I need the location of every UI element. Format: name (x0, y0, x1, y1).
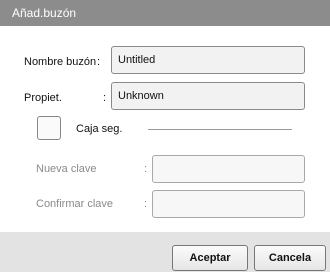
mailbox-name-input[interactable]: Untitled (111, 46, 305, 74)
window-title: Añad.buzón (0, 0, 330, 26)
mailbox-name-colon: : (97, 56, 101, 68)
confirm-password-label: Confirmar clave (36, 198, 114, 210)
owner-input[interactable]: Unknown (111, 82, 305, 110)
confirm-password-input[interactable] (152, 190, 305, 218)
add-mailbox-dialog: Añad.buzón Nombre buzón : Untitled Propi… (0, 0, 330, 272)
new-password-label: Nueva clave (36, 163, 97, 175)
new-password-input[interactable] (152, 155, 305, 183)
accept-button[interactable]: Aceptar (172, 245, 248, 271)
mailbox-name-label: Nombre buzón (24, 56, 97, 68)
section-divider (148, 129, 292, 130)
confirm-password-colon: : (144, 198, 148, 210)
owner-label: Propiet. (24, 92, 62, 104)
cancel-button[interactable]: Cancela (254, 245, 326, 271)
button-bar: Aceptar Cancela (0, 232, 330, 272)
owner-colon: : (103, 92, 107, 104)
secure-box-label: Caja seg. (76, 123, 123, 135)
secure-box-checkbox[interactable] (37, 116, 61, 140)
new-password-colon: : (144, 163, 148, 175)
